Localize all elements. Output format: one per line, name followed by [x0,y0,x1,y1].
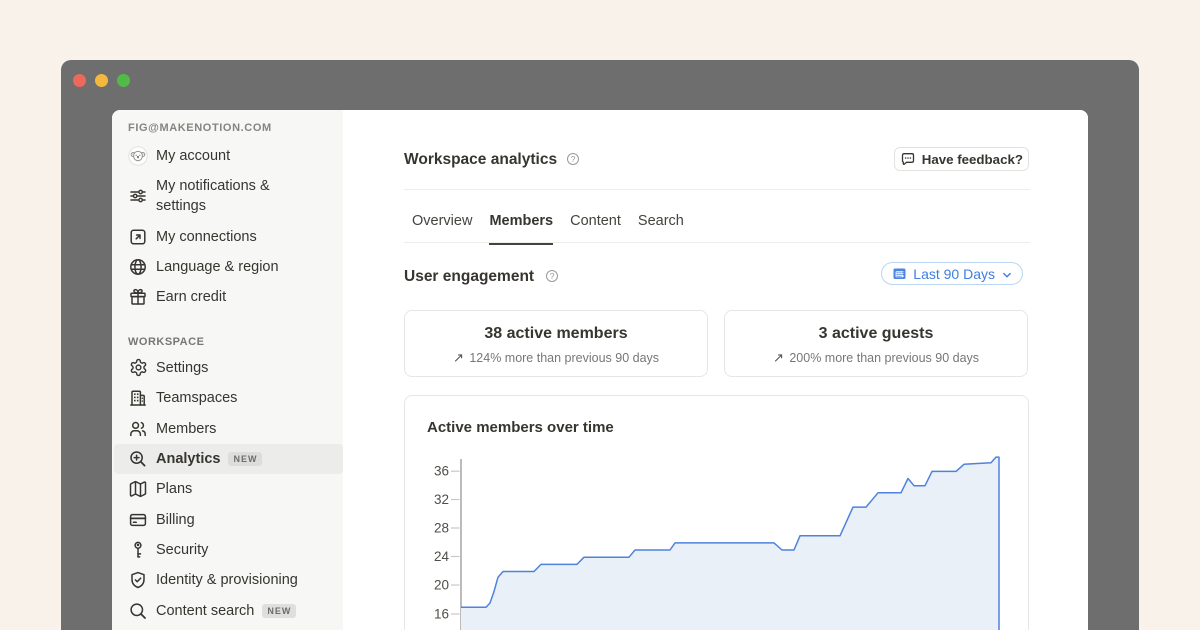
svg-text:32: 32 [434,492,449,507]
svg-text:20: 20 [434,578,449,593]
svg-text:36: 36 [434,464,449,479]
svg-text:16: 16 [434,607,449,622]
svg-text:28: 28 [434,521,449,536]
svg-text:24: 24 [434,549,450,564]
